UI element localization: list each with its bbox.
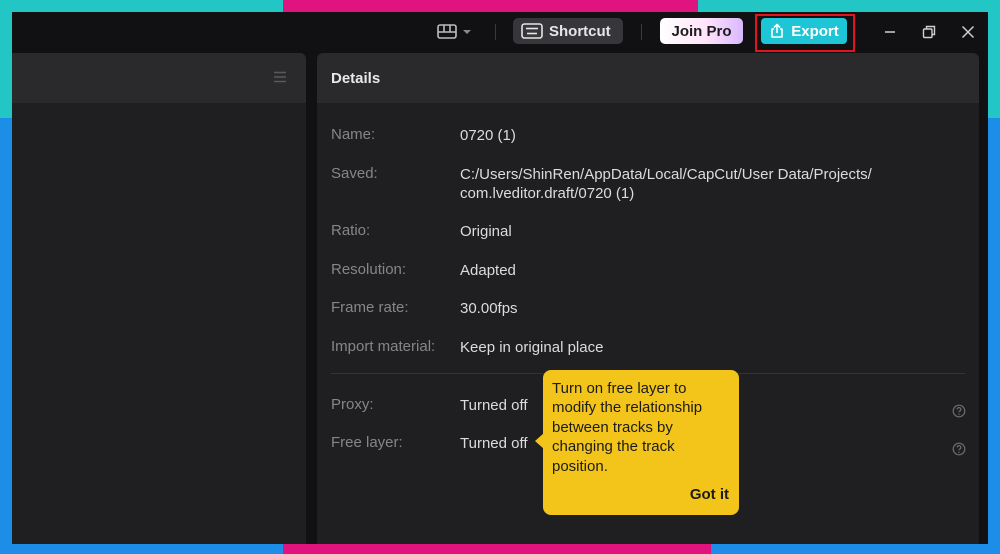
detail-value: Keep in original place [460,339,604,356]
toolbar-divider [495,24,496,40]
details-header: Details [317,53,979,103]
export-label: Export [791,22,839,40]
detail-label: Saved: [331,165,378,182]
app-window: Shortcut Join Pro Export Details Name: 0… [12,12,988,544]
detail-label: Frame rate: [331,299,409,316]
left-panel-header [12,53,306,103]
keyboard-icon [521,23,543,39]
details-title: Details [331,69,381,87]
free-layer-tooltip: Turn on free layer to modify the relatio… [535,370,739,515]
frame-edge [988,118,1000,554]
layout-button[interactable] [437,21,479,43]
join-pro-label: Join Pro [671,22,732,40]
restore-button[interactable] [919,22,939,42]
tooltip-message: Turn on free layer to modify the relatio… [552,380,703,475]
detail-label: Proxy: [331,396,374,413]
detail-value: Adapted [460,262,516,279]
detail-value: Turned off [460,435,528,452]
frame-edge [0,544,283,554]
frame-edge [283,0,698,12]
detail-value-continued: com.lveditor.draft/0720 (1) [460,185,635,202]
export-button[interactable]: Export [761,18,847,44]
detail-label: Name: [331,126,376,143]
detail-value: Turned off [460,397,528,414]
menu-icon[interactable] [272,69,288,85]
chevron-down-icon [463,30,471,34]
help-icon[interactable] [952,404,966,418]
help-icon[interactable] [952,442,966,456]
frame-edge [711,544,1000,554]
detail-value: 30.00fps [460,300,518,317]
detail-value: C:/Users/ShinRen/AppData/Local/CapCut/Us… [460,166,872,183]
close-icon [961,25,975,39]
title-bar: Shortcut Join Pro Export [12,12,988,52]
shortcut-button[interactable]: Shortcut [513,18,623,44]
detail-value: 0720 (1) [460,127,516,144]
layout-icon [437,24,457,39]
detail-label: Resolution: [331,261,407,278]
frame-edge [0,118,12,554]
left-panel [12,53,306,544]
join-pro-button[interactable]: Join Pro [660,18,743,44]
restore-icon [922,25,936,39]
frame-edge [698,0,1000,12]
export-icon [771,23,784,38]
detail-label: Free layer: [331,434,403,451]
frame-edge [0,0,283,12]
minimize-button[interactable] [880,22,900,42]
tooltip-arrow [535,433,544,449]
minimize-icon [885,31,895,33]
frame-edge [283,544,711,554]
got-it-button[interactable]: Got it [690,486,729,503]
detail-label: Ratio: [331,222,371,239]
frame-edge [988,0,1000,118]
detail-label: Import material: [331,338,436,355]
detail-value: Original [460,223,512,240]
frame-edge [0,0,12,118]
toolbar-divider [641,24,642,40]
shortcut-label: Shortcut [549,22,611,40]
close-button[interactable] [958,22,978,42]
